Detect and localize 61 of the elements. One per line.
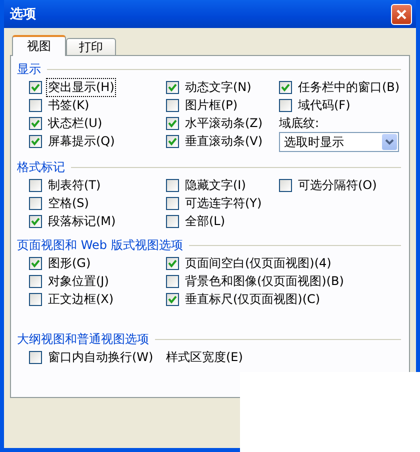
checkbox[interactable] [29, 116, 42, 130]
checkbox-label: 窗口内自动换行(W) [47, 348, 154, 366]
checkbox-label: 段落标记(M) [47, 212, 117, 230]
checkbox[interactable] [29, 80, 42, 94]
chevron-down-icon [385, 139, 394, 145]
checkbox[interactable] [29, 98, 42, 112]
section-title: 大纲视图和普通视图选项 [17, 330, 149, 348]
close-icon [396, 8, 407, 20]
checkbox[interactable] [166, 80, 179, 94]
checkbox-label: 对象位置(J) [47, 272, 110, 290]
checkbox-label: 垂直滚动条(V) [184, 132, 264, 150]
window-title: 选项 [10, 6, 36, 23]
checkbox-label: 水平滚动条(Z) [184, 114, 264, 132]
checkbox[interactable] [29, 274, 42, 288]
checkbox[interactable] [166, 256, 179, 270]
close-button[interactable] [391, 4, 412, 24]
checkbox[interactable] [166, 134, 179, 148]
checkbox[interactable] [166, 116, 179, 130]
checkbox[interactable] [29, 256, 42, 270]
tab[interactable]: 打印 [66, 38, 116, 55]
checkbox-label: 突出显示(H) [46, 78, 116, 96]
checkbox[interactable] [279, 80, 292, 94]
checkbox[interactable] [166, 178, 179, 192]
checkbox-label: 任务栏中的窗口(B) [297, 78, 401, 96]
checkbox[interactable] [166, 196, 179, 210]
checkbox-label: 书签(K) [47, 96, 90, 114]
checkbox[interactable] [166, 98, 179, 112]
checkbox[interactable] [166, 292, 179, 306]
checkbox[interactable] [29, 134, 42, 148]
checkbox-label: 屏幕提示(Q) [47, 132, 116, 150]
checkbox-label: 页面间空白(仅页面视图)(4) [184, 254, 332, 272]
tab[interactable]: 视图 [12, 35, 66, 56]
checkbox-label: 隐藏文字(I) [184, 176, 247, 194]
field-label: 域底纹: [279, 114, 320, 132]
section-title: 页面视图和 Web 版式视图选项 [17, 236, 183, 254]
checkbox[interactable] [166, 214, 179, 228]
checkbox-label: 空格(S) [47, 194, 90, 212]
section-title: 显示 [17, 60, 41, 78]
checkbox[interactable] [29, 350, 42, 364]
checkbox-label: 状态栏(U) [47, 114, 104, 132]
checkbox[interactable] [29, 196, 42, 210]
checkbox[interactable] [279, 178, 292, 192]
checkbox-label: 图形(G) [47, 254, 92, 272]
checkbox-label: 动态文字(N) [184, 78, 252, 96]
checkbox[interactable] [166, 274, 179, 288]
checkbox[interactable] [29, 292, 42, 306]
checkbox[interactable] [29, 214, 42, 228]
checkbox-label: 制表符(T) [47, 176, 102, 194]
dropdown[interactable]: 选取时显示 [279, 132, 399, 152]
checkbox-label: 域代码(F) [297, 96, 352, 114]
checkbox-label: 图片框(P) [184, 96, 239, 114]
checkbox[interactable] [29, 178, 42, 192]
checkbox-label: 背景色和图像(仅页面视图)(B) [184, 272, 345, 290]
checkbox[interactable] [279, 98, 292, 112]
section-title: 格式标记 [17, 158, 65, 176]
checkbox-label: 可选连字符(Y) [184, 194, 263, 212]
field-label: 样式区宽度(E) [166, 348, 244, 366]
checkbox-label: 垂直标尺(仅页面视图)(C) [184, 290, 322, 308]
checkbox-label: 正文边框(X) [47, 290, 115, 308]
checkbox-label: 可选分隔符(O) [297, 176, 378, 194]
checkbox-label: 全部(L) [184, 212, 226, 230]
